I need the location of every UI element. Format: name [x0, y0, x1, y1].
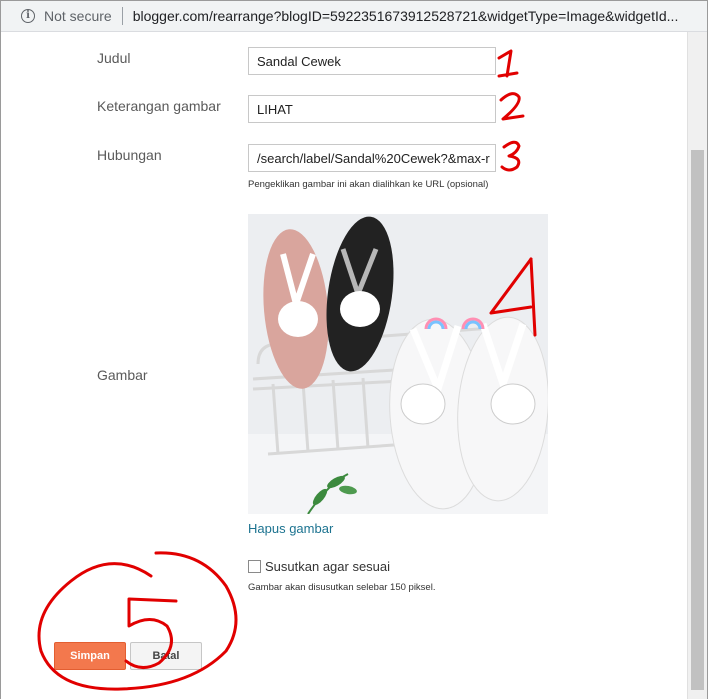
cancel-button[interactable]: Batal: [130, 642, 202, 670]
url-text[interactable]: blogger.com/rearrange?blogID=59223516739…: [133, 8, 693, 24]
sandals-photo: [248, 214, 548, 514]
vertical-scrollbar[interactable]: [687, 32, 707, 699]
link-input[interactable]: /search/label/Sandal%20Cewek?&max-r: [248, 144, 496, 172]
shrink-to-fit-checkbox[interactable]: [248, 560, 261, 573]
info-icon[interactable]: i: [21, 9, 35, 23]
title-input[interactable]: Sandal Cewek: [248, 47, 496, 75]
link-hint: Pengeklikan gambar ini akan dialihkan ke…: [248, 179, 489, 190]
shrink-to-fit-label[interactable]: Susutkan agar sesuai: [265, 559, 390, 574]
link-label: Hubungan: [97, 147, 162, 163]
caption-input[interactable]: LIHAT: [248, 95, 496, 123]
browser-window: i Not secure blogger.com/rearrange?blogI…: [0, 0, 708, 699]
address-bar[interactable]: i Not secure blogger.com/rearrange?blogI…: [1, 1, 707, 32]
scrollbar-thumb[interactable]: [691, 150, 704, 690]
title-label: Judul: [97, 50, 131, 66]
shrink-hint: Gambar akan disusutkan selebar 150 pikse…: [248, 582, 436, 593]
address-separator: [121, 7, 123, 25]
security-status: Not secure: [44, 8, 112, 24]
remove-image-link[interactable]: Hapus gambar: [248, 521, 333, 536]
caption-label: Keterangan gambar: [97, 98, 221, 114]
widget-config-form: Judul Sandal Cewek Keterangan gambar LIH…: [1, 32, 687, 699]
save-button[interactable]: Simpan: [54, 642, 126, 670]
image-label: Gambar: [97, 367, 148, 383]
image-preview: [248, 214, 548, 514]
